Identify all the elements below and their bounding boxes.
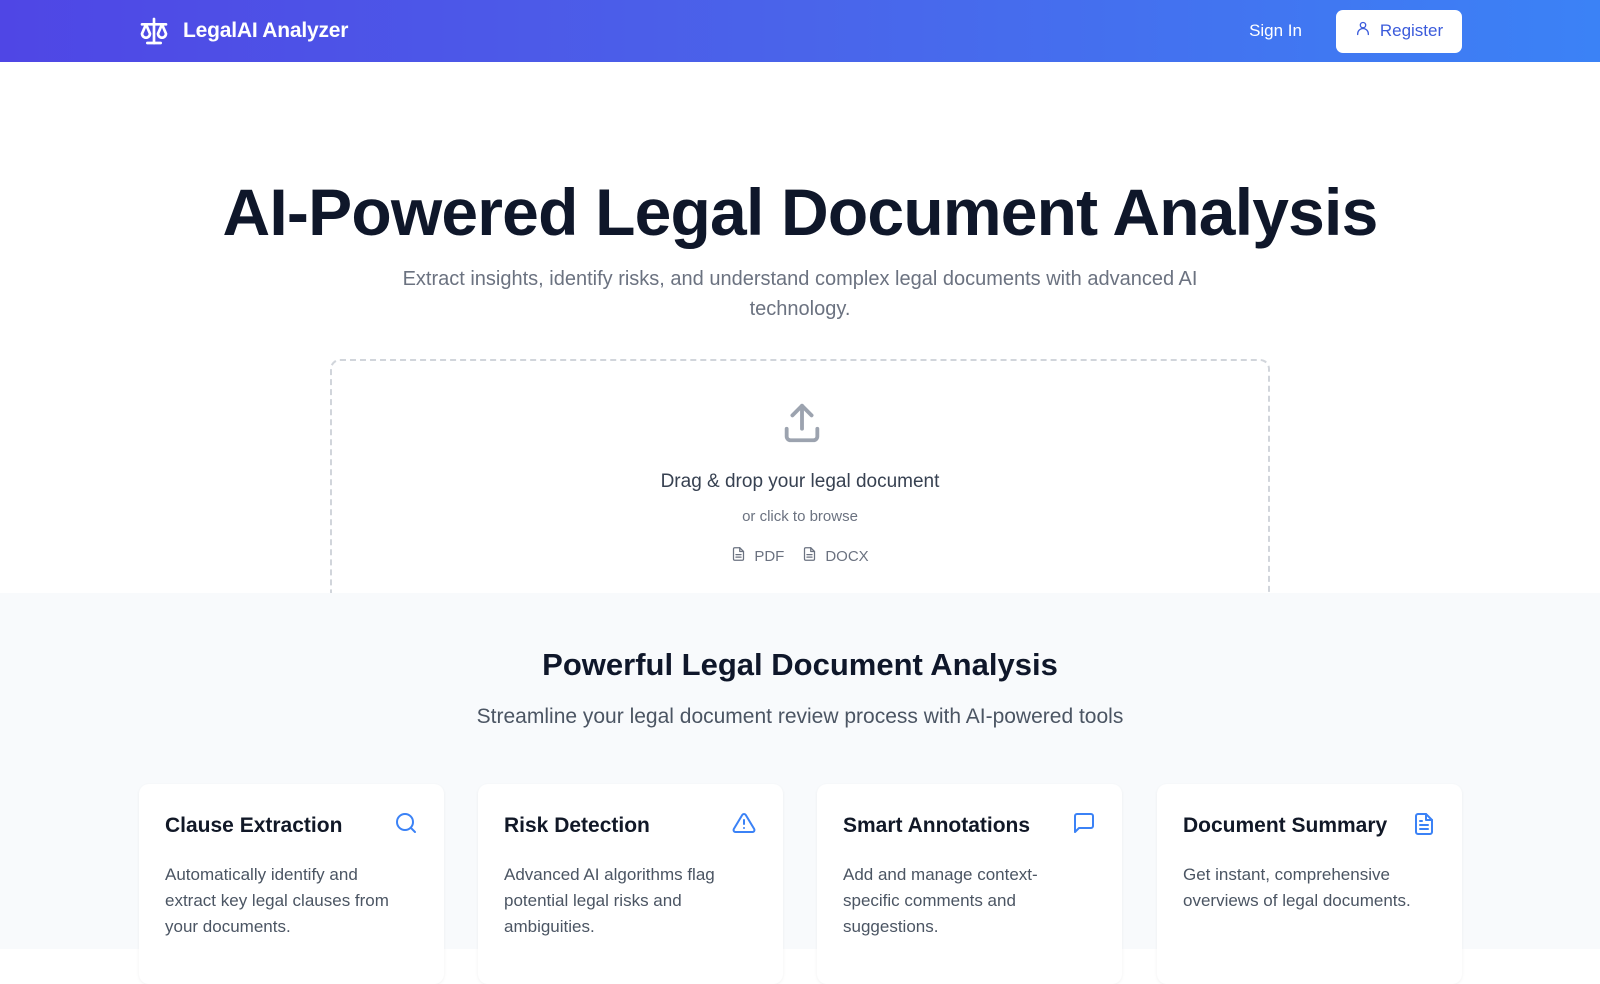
features-title: Powerful Legal Document Analysis (542, 647, 1058, 682)
upload-title: Drag & drop your legal document (660, 471, 940, 492)
features-section: Powerful Legal Document Analysis Streaml… (0, 593, 1600, 984)
warning-icon (731, 811, 757, 840)
top-navbar: LegalAI Analyzer Sign In Register (0, 0, 1600, 62)
supported-formats: PDF DOCX (332, 545, 1268, 567)
feature-card-smart-annotations[interactable]: Smart Annotations Add and manage context… (817, 784, 1122, 984)
brand-name: LegalAI Analyzer (183, 19, 349, 42)
hero-title: AI-Powered Legal Document Analysis (222, 175, 1379, 249)
features-subtitle: Streamline your legal document review pr… (476, 705, 1124, 728)
register-label: Register (1379, 21, 1444, 40)
brand-logo-link[interactable]: LegalAI Analyzer (138, 0, 348, 62)
hero-section: AI-Powered Legal Document Analysis Extra… (0, 62, 1600, 602)
format-label: PDF (754, 547, 785, 565)
format-docx: DOCX (802, 545, 869, 567)
feature-card-description: Advanced AI algorithms flag potential le… (504, 865, 715, 936)
comment-icon (1072, 811, 1096, 840)
feature-card-description: Get instant, comprehensive overviews of … (1183, 865, 1411, 910)
feature-card-title: Risk Detection (504, 814, 650, 837)
scale-icon (138, 15, 170, 47)
upload-icon (779, 399, 825, 452)
upload-dropzone[interactable]: Drag & drop your legal document or click… (330, 359, 1270, 602)
sign-in-link[interactable]: Sign In (1249, 21, 1302, 41)
feature-card-description: Automatically identify and extract key l… (165, 865, 389, 936)
search-icon (394, 811, 418, 840)
format-pdf: PDF (731, 545, 784, 567)
file-icon (802, 545, 817, 567)
format-label: DOCX (825, 547, 869, 565)
feature-card-title: Smart Annotations (843, 814, 1031, 837)
document-icon (1412, 811, 1436, 842)
feature-card-description: Add and manage context-specific comments… (843, 865, 1038, 936)
feature-card-title: Document Summary (1183, 814, 1388, 837)
nav-actions: Sign In Register (1249, 0, 1462, 62)
feature-card-clause-extraction[interactable]: Clause Extraction Automatically identify… (139, 784, 444, 984)
hero-subtitle: Extract insights, identify risks, and un… (402, 268, 1198, 320)
register-button[interactable]: Register (1336, 9, 1462, 53)
file-icon (731, 545, 746, 567)
user-icon (1355, 20, 1371, 42)
feature-card-title: Clause Extraction (165, 814, 343, 837)
upload-browse-hint: or click to browse (742, 508, 858, 525)
feature-card-document-summary[interactable]: Document Summary Get instant, comprehens… (1157, 784, 1462, 984)
feature-card-risk-detection[interactable]: Risk Detection Advanced AI algorithms fl… (478, 784, 783, 984)
